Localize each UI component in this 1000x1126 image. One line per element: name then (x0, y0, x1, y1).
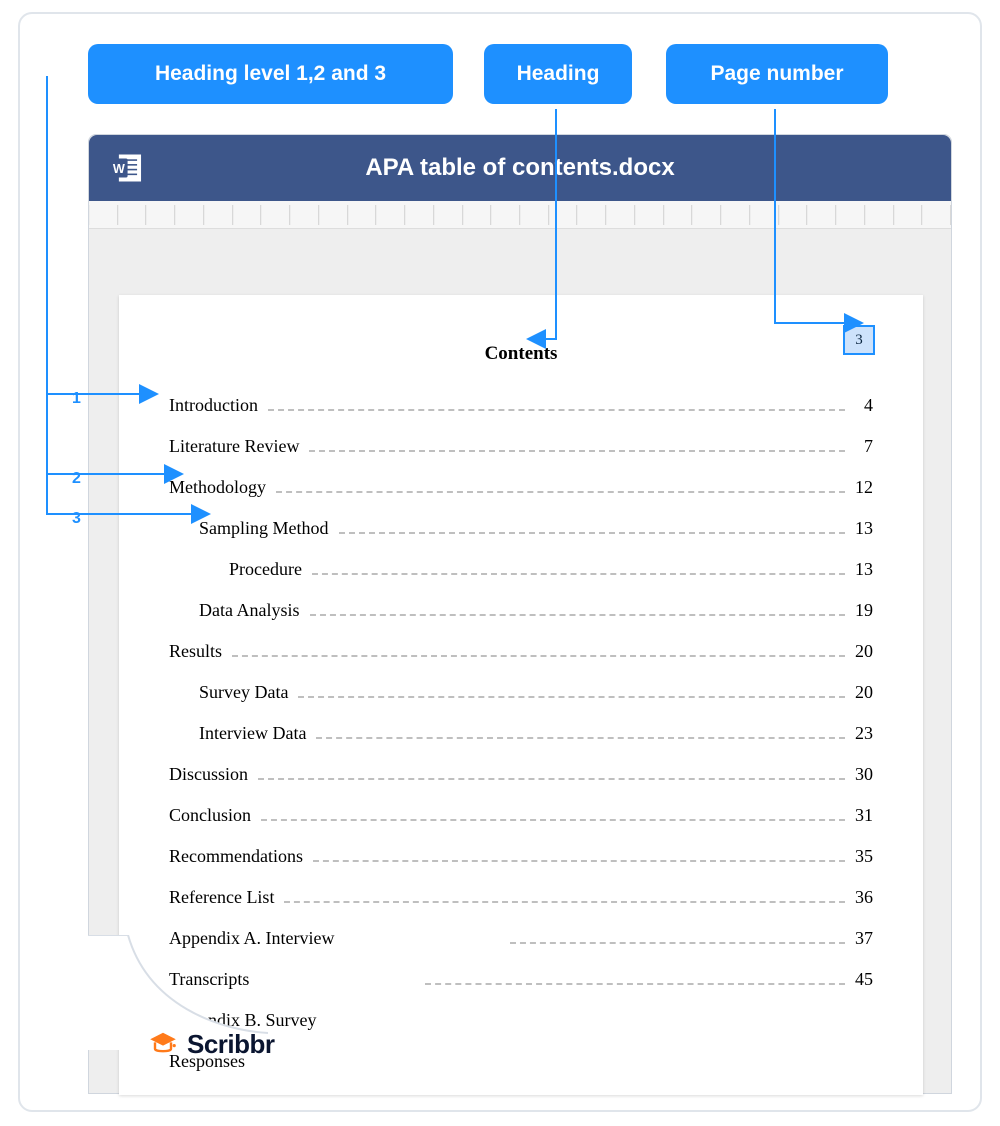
toc-leader-dots (327, 1014, 846, 1026)
toc-row: Sampling Method 13 (169, 518, 873, 539)
toc-leader-dots (309, 440, 845, 452)
toc-leader-dots (298, 686, 845, 698)
toc-leader-dots (310, 604, 846, 616)
toc-row: Literature Review 7 (169, 436, 873, 457)
toc-entry-label: Literature Review (169, 436, 305, 457)
toc-entry-page: 12 (849, 477, 873, 498)
toc-entry-page: 19 (849, 600, 873, 621)
scribbr-logo: Scribbr (147, 1028, 275, 1060)
toc-row: Conclusion 31 (169, 805, 873, 826)
toc-leader-dots (276, 481, 845, 493)
toc-leader-dots (425, 973, 845, 985)
toc-entry-page: 31 (849, 805, 873, 826)
graduation-cap-icon (147, 1028, 179, 1060)
toc-entry-page: 37 (849, 928, 873, 949)
table-of-contents: Introduction 4 Literature Review 7 Methodolo… (169, 395, 873, 1072)
toc-leader-dots (268, 399, 845, 411)
callout-heading-levels: Heading level 1,2 and 3 (88, 44, 453, 104)
toc-entry-page: 20 (849, 682, 873, 703)
toc-row: Survey Data 20 (169, 682, 873, 703)
toc-entry-page: 23 (849, 723, 873, 744)
toc-entry-page: 45 (849, 969, 873, 990)
toc-entry-page: 13 (849, 518, 873, 539)
callout-heading: Heading (484, 44, 632, 104)
brand-name: Scribbr (187, 1029, 275, 1060)
toc-entry-label: Methodology (169, 477, 272, 498)
page-number-badge: 3 (843, 325, 875, 355)
toc-entry-label: Procedure (229, 559, 308, 580)
toc-row: Methodology 12 (169, 477, 873, 498)
toc-entry-page: 4 (849, 395, 873, 416)
toc-leader-dots (258, 768, 845, 780)
window-title: APA table of contents.docx (89, 154, 951, 182)
level-marker-2: 2 (72, 470, 81, 488)
toc-entry-label: Data Analysis (199, 600, 306, 621)
toc-row: Reference List 36 (169, 887, 873, 908)
toc-row: Recommendations 35 (169, 846, 873, 867)
toc-leader-dots (510, 932, 845, 944)
toc-row: Introduction 4 (169, 395, 873, 416)
toc-entry-label: Recommendations (169, 846, 309, 867)
toc-entry-label: Conclusion (169, 805, 257, 826)
toc-row: Appendix A. Interview37 (169, 928, 873, 949)
toc-entry-label: Sampling Method (199, 518, 335, 539)
toc-row: Discussion 30 (169, 764, 873, 785)
toc-leader-dots (313, 850, 845, 862)
window-titlebar: W APA table of contents.docx (89, 135, 951, 201)
toc-row: Procedure 13 (169, 559, 873, 580)
toc-leader-dots (316, 727, 845, 739)
contents-heading: Contents (169, 343, 873, 365)
toc-entry-page: 20 (849, 641, 873, 662)
illustration-frame: Heading level 1,2 and 3 Heading Page num… (18, 12, 982, 1112)
toc-leader-dots (255, 1055, 845, 1067)
toc-entry-page: 35 (849, 846, 873, 867)
toc-leader-dots (284, 891, 845, 903)
toc-entry-page: 13 (849, 559, 873, 580)
toc-entry-label: Survey Data (199, 682, 294, 703)
toc-leader-dots (261, 809, 845, 821)
ruler (89, 201, 951, 229)
toc-entry-page: 7 (849, 436, 873, 457)
toc-leader-dots (312, 563, 845, 575)
toc-row: Interview Data 23 (169, 723, 873, 744)
toc-entry-label: Results (169, 641, 228, 662)
toc-leader-dots (339, 522, 846, 534)
level-marker-1: 1 (72, 390, 81, 408)
level-marker-3: 3 (72, 510, 81, 528)
toc-entry-label: Interview Data (199, 723, 312, 744)
toc-leader-dots (232, 645, 845, 657)
toc-row: Data Analysis 19 (169, 600, 873, 621)
toc-entry-page: 30 (849, 764, 873, 785)
toc-row: Transcripts45 (169, 969, 873, 990)
toc-entry-label: Reference List (169, 887, 280, 908)
callout-page-number: Page number (666, 44, 888, 104)
toc-entry-label: Discussion (169, 764, 254, 785)
toc-row: Appendix B. Survey (169, 1010, 873, 1031)
toc-entry-page: 36 (849, 887, 873, 908)
toc-entry-label: Introduction (169, 395, 264, 416)
toc-row: Results 20 (169, 641, 873, 662)
